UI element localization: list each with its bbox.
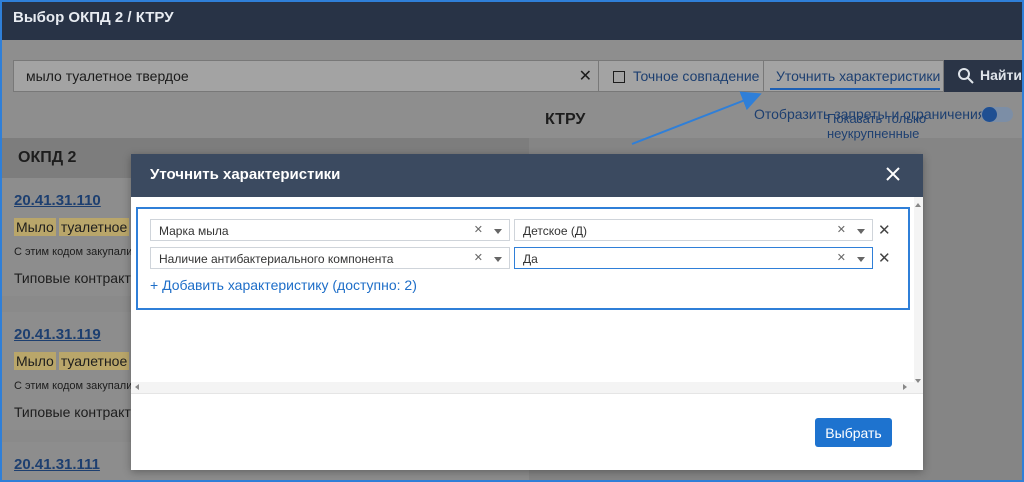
typical-contracts: Типовые контракть	[14, 270, 139, 286]
okpd-title: ОКПД 2	[18, 149, 77, 166]
refine-label: Уточнить характеристики	[776, 68, 941, 84]
find-label: Найти	[980, 67, 1022, 83]
refine-modal: Уточнить характеристики Марка мыла ✕ Дет…	[131, 154, 923, 470]
result-code-link[interactable]: 20.41.31.119	[14, 326, 101, 343]
scroll-down-icon[interactable]	[915, 379, 921, 383]
select-value: Детское (Д)	[523, 224, 587, 238]
chevron-down-icon[interactable]	[857, 257, 865, 262]
remove-row-icon[interactable]: ✕	[878, 249, 891, 267]
select-button[interactable]: Выбрать	[815, 418, 892, 447]
checkbox-icon[interactable]	[613, 71, 625, 83]
refine-underline	[770, 88, 940, 90]
select-value: Да	[523, 252, 538, 266]
window-title: Выбор ОКПД 2 / КТРУ	[13, 9, 174, 26]
chevron-down-icon[interactable]	[494, 229, 502, 234]
modal-footer: Выбрать	[131, 393, 923, 470]
add-characteristic-link[interactable]: + Добавить характеристику (доступно: 2)	[150, 277, 417, 293]
select-value: Наличие антибактериального компонента	[159, 252, 394, 266]
search-input[interactable]	[26, 68, 566, 84]
chevron-down-icon[interactable]	[857, 229, 865, 234]
remove-row-icon[interactable]: ✕	[878, 221, 891, 239]
tag: туалетное	[58, 352, 130, 370]
result-tags: Мыло туалетное т	[14, 352, 143, 370]
modal-body: Марка мыла ✕ Детское (Д) ✕ ✕ Наличие ант…	[131, 197, 923, 393]
result-tags: Мыло туалетное т	[14, 218, 143, 236]
purchased-note: С этим кодом закупали: м	[14, 380, 147, 392]
close-icon[interactable]	[883, 164, 903, 184]
select-value: Марка мыла	[159, 224, 229, 238]
ktru-filter-link[interactable]: Показать только неукрупненные	[827, 111, 1022, 141]
scroll-right-icon[interactable]	[903, 384, 907, 390]
characteristic-name-select[interactable]: Наличие антибактериального компонента ✕	[150, 247, 510, 269]
modal-title: Уточнить характеристики	[150, 166, 341, 183]
screen-frame: Выбор ОКПД 2 / КТРУ ✕ Точное совпадение …	[0, 0, 1024, 482]
clear-icon[interactable]: ✕	[474, 251, 483, 264]
vertical-scrollbar[interactable]	[914, 197, 923, 393]
tag: туалетное	[58, 218, 130, 236]
close-icon[interactable]: ✕	[579, 66, 592, 86]
typical-contracts: Типовые контракть	[14, 404, 139, 420]
purchased-note: С этим кодом закупали: м	[14, 246, 147, 258]
characteristic-value-select[interactable]: Да ✕	[514, 247, 873, 269]
refine-characteristics-button[interactable]: Уточнить характеристики	[764, 60, 944, 92]
characteristic-name-select[interactable]: Марка мыла ✕	[150, 219, 510, 241]
search-icon	[958, 68, 974, 84]
scroll-up-icon[interactable]	[915, 203, 921, 207]
clear-icon[interactable]: ✕	[837, 251, 846, 264]
result-code-link[interactable]: 20.41.31.111	[14, 456, 100, 473]
ktru-title: КТРУ	[545, 111, 586, 128]
clear-icon[interactable]: ✕	[474, 223, 483, 236]
search-box[interactable]: ✕	[13, 60, 599, 92]
horizontal-scrollbar[interactable]	[131, 382, 914, 393]
modal-header: Уточнить характеристики	[131, 154, 923, 197]
chevron-down-icon[interactable]	[494, 257, 502, 262]
clear-icon[interactable]: ✕	[837, 223, 846, 236]
characteristic-value-select[interactable]: Детское (Д) ✕	[514, 219, 873, 241]
exact-match-label: Точное совпадение	[633, 68, 760, 84]
tag: Мыло	[14, 218, 56, 236]
exact-match-checkbox[interactable]: Точное совпадение	[599, 60, 764, 92]
tag: Мыло	[14, 352, 56, 370]
find-button[interactable]: Найти	[944, 60, 1022, 92]
window-header: Выбор ОКПД 2 / КТРУ	[2, 2, 1022, 40]
scroll-left-icon[interactable]	[135, 384, 139, 390]
result-code-link[interactable]: 20.41.31.110	[14, 192, 101, 209]
